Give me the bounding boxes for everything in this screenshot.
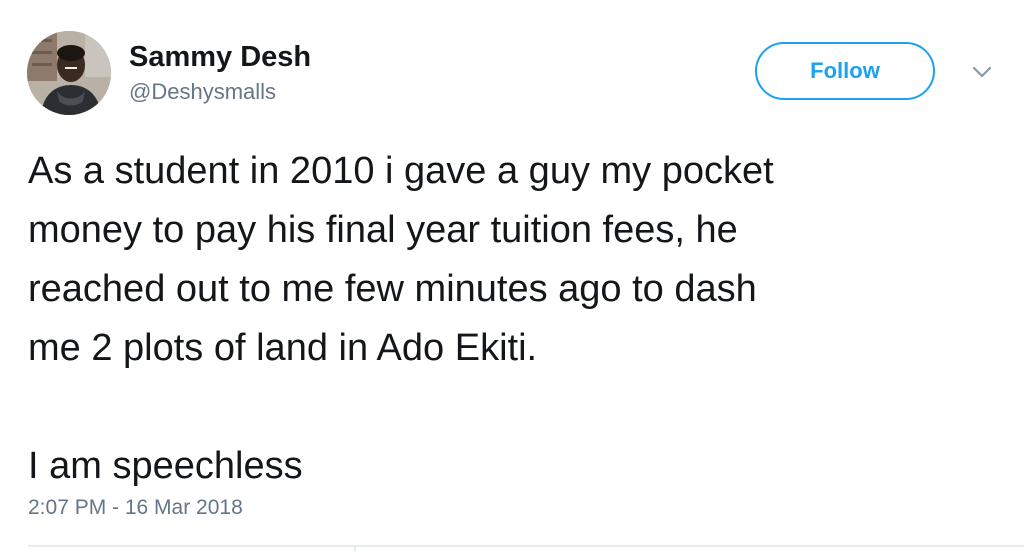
divider (354, 545, 356, 552)
divider (28, 545, 1024, 547)
tweet-paragraph: As a student in 2010 i gave a guy my poc… (28, 150, 774, 369)
tweet-card: Sammy Desh @Deshysmalls Follow As a stud… (0, 0, 1024, 552)
follow-button[interactable]: Follow (755, 42, 935, 100)
author-handle[interactable]: @Deshysmalls (129, 79, 276, 105)
tweet-timestamp[interactable]: 2:07 PM - 16 Mar 2018 (28, 496, 243, 520)
avatar[interactable] (27, 31, 111, 115)
chevron-down-icon[interactable] (969, 63, 995, 81)
avatar-photo (27, 31, 111, 115)
author-name[interactable]: Sammy Desh (129, 40, 311, 74)
tweet-text: As a student in 2010 i gave a guy my poc… (28, 142, 1008, 496)
tweet-paragraph: I am speechless (28, 445, 303, 487)
